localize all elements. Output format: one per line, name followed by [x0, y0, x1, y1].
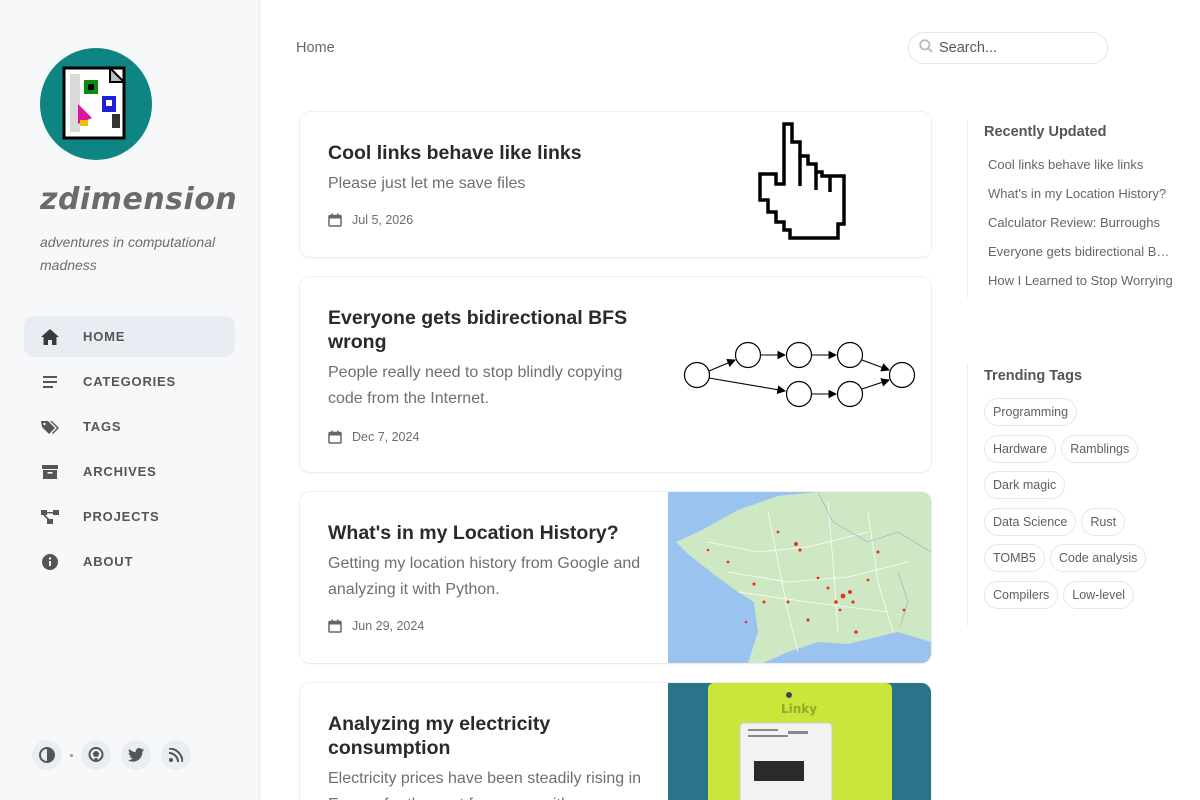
post-card[interactable]: Cool links behave like links Please just…: [300, 112, 931, 257]
tag-chip[interactable]: Hardware: [984, 434, 1057, 463]
sidebar-footer: [32, 740, 201, 770]
sidebar-item-label: TAGS: [83, 419, 122, 434]
site-title[interactable]: zdimension: [40, 182, 237, 217]
pointer-hand-icon: [758, 122, 846, 240]
sidebar-item-categories[interactable]: CATEGORIES: [24, 361, 235, 402]
calendar-icon: [328, 619, 342, 633]
graph-diagram: [683, 341, 916, 408]
recent-item[interactable]: How I Learned to Stop Worrying: [984, 266, 1174, 295]
search-box[interactable]: [908, 32, 1108, 64]
tag-chip[interactable]: Data Science: [984, 507, 1077, 536]
avatar[interactable]: [40, 48, 152, 160]
info-circle-icon: [40, 552, 60, 572]
tag-chip[interactable]: Rust: [1081, 507, 1126, 536]
tags-icon: [40, 417, 60, 437]
recent-item[interactable]: Calculator Review: Burroughs: [984, 208, 1174, 237]
post-title[interactable]: Analyzing my electricity consumption: [328, 712, 648, 760]
search-icon: [919, 38, 933, 58]
tag-list: Programming Hardware Ramblings Dark magi…: [984, 398, 1184, 617]
sidebar-item-label: CATEGORIES: [83, 374, 176, 389]
post-title[interactable]: Cool links behave like links: [328, 141, 648, 165]
sidebar-item-home[interactable]: HOME: [24, 316, 235, 357]
post-card[interactable]: What's in my Location History? Getting m…: [300, 492, 931, 663]
tag-chip[interactable]: Ramblings: [1061, 434, 1139, 463]
recently-updated-panel: Recently Updated Cool links behave like …: [967, 120, 1200, 298]
list-icon: [40, 372, 60, 392]
post-description: Getting my location history from Google …: [328, 555, 641, 598]
sidebar: zdimension adventures in computational m…: [0, 0, 260, 800]
sidebar-item-label: PROJECTS: [83, 509, 160, 524]
tag-chip[interactable]: Compilers: [984, 580, 1059, 609]
separator-dot: [70, 753, 73, 757]
panel-title: Trending Tags: [984, 368, 1083, 384]
post-description: Electricity prices have been steadily ri…: [328, 770, 642, 800]
theme-toggle-icon[interactable]: [32, 740, 62, 770]
tag-chip[interactable]: Dark magic: [984, 471, 1066, 499]
france-map: [668, 492, 931, 663]
breadcrumb: Home: [296, 40, 335, 56]
project-diagram-icon: [40, 507, 60, 527]
twitter-icon[interactable]: [121, 740, 151, 770]
rss-icon[interactable]: [161, 740, 191, 770]
panel-title: Recently Updated: [984, 124, 1107, 140]
post-date: Jul 5, 2026: [328, 213, 648, 227]
recent-list: Cool links behave like links What's in m…: [984, 150, 1200, 295]
calendar-icon: [328, 430, 342, 444]
site-subtitle: adventures in computational madness: [40, 234, 216, 273]
sidebar-item-about[interactable]: ABOUT: [24, 541, 235, 582]
github-icon[interactable]: [81, 740, 111, 770]
post-description: Please just let me save files: [328, 175, 526, 192]
recent-item[interactable]: What's in my Location History?: [984, 179, 1174, 208]
post-image: [668, 277, 931, 472]
sidebar-item-label: ABOUT: [83, 554, 134, 569]
meter-brand-label: Linky: [781, 702, 817, 716]
sidebar-item-archives[interactable]: ARCHIVES: [24, 451, 235, 492]
home-icon: [40, 327, 60, 347]
electricity-meter: Linky: [668, 683, 931, 800]
calendar-icon: [328, 213, 342, 227]
trending-tags-panel: Trending Tags Programming Hardware Rambl…: [967, 364, 1200, 626]
post-date: Dec 7, 2024: [328, 430, 648, 444]
post-description: People really need to stop blindly copyi…: [328, 364, 623, 407]
post-image-meter: Linky: [668, 683, 931, 800]
post-card[interactable]: Analyzing my electricity consumption Ele…: [300, 683, 931, 800]
archive-icon: [40, 462, 60, 482]
post-card[interactable]: Everyone gets bidirectional BFS wrong Pe…: [300, 277, 931, 472]
post-title[interactable]: What's in my Location History?: [328, 521, 648, 545]
sidebar-item-label: ARCHIVES: [83, 464, 157, 479]
sidebar-nav: HOME CATEGORIES TAGS ARCHIVES PROJECTS A…: [24, 316, 235, 586]
tag-chip[interactable]: Code analysis: [1049, 544, 1147, 572]
tag-chip[interactable]: Programming: [984, 398, 1078, 426]
post-image: [668, 112, 931, 257]
tag-chip[interactable]: TOMB5: [984, 544, 1045, 572]
recent-item[interactable]: Cool links behave like links: [984, 150, 1174, 179]
broken-image-icon: [62, 65, 127, 140]
sidebar-item-projects[interactable]: PROJECTS: [24, 496, 235, 537]
post-image-map: [668, 492, 931, 663]
post-title[interactable]: Everyone gets bidirectional BFS wrong: [328, 306, 648, 354]
search-input[interactable]: [939, 40, 1099, 56]
tag-chip[interactable]: Low-level: [1063, 580, 1135, 609]
recent-item[interactable]: Everyone gets bidirectional BFS wrong: [984, 237, 1174, 266]
sidebar-item-tags[interactable]: TAGS: [24, 406, 235, 447]
sidebar-item-label: HOME: [83, 329, 126, 344]
post-date: Jun 29, 2024: [328, 619, 648, 633]
